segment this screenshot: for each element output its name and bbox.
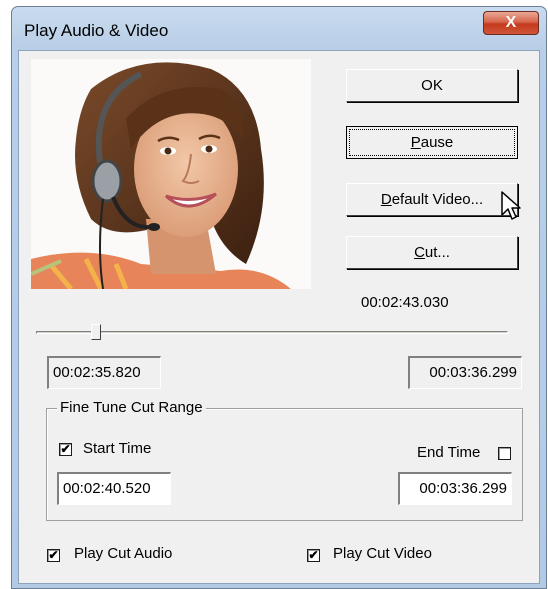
current-time-readout: 00:02:43.030 (361, 294, 449, 311)
playback-start-value: 00:02:35.820 (47, 356, 161, 389)
pause-button-label: Pause (410, 134, 454, 151)
window-title: Play Audio & Video (24, 21, 169, 40)
video-frame-image (31, 59, 311, 289)
arrow-cursor-icon (501, 191, 521, 220)
fine-tune-group: Fine Tune Cut Range ✔ Start Time End Tim… (46, 399, 523, 521)
start-time-field[interactable]: 00:02:40.520 (57, 472, 171, 505)
play-cut-audio-checkbox[interactable]: ✔ (47, 549, 60, 562)
default-video-button[interactable]: Default Video... (346, 183, 518, 216)
ok-button-label: OK (421, 77, 443, 94)
play-cut-audio-label: Play Cut Audio (74, 545, 173, 562)
pause-button[interactable]: Pause (346, 126, 518, 159)
cut-button-label: Cut... (414, 244, 450, 261)
play-cut-video-checkbox[interactable]: ✔ (307, 549, 320, 562)
default-video-button-label: Default Video... (380, 191, 484, 208)
ok-button[interactable]: OK (346, 69, 518, 102)
end-time-label: End Time (417, 444, 481, 461)
dialog-window: Play Audio & Video X OK Pause Default Vi… (11, 6, 547, 589)
close-button[interactable]: X (483, 11, 539, 35)
start-time-label: Start Time (83, 440, 152, 457)
end-time-field[interactable]: 00:03:36.299 (398, 472, 512, 505)
end-time-checkbox[interactable] (498, 447, 511, 460)
video-preview (31, 59, 311, 289)
fine-tune-group-title: Fine Tune Cut Range (57, 399, 206, 416)
playback-slider-track[interactable] (36, 331, 508, 334)
cut-button[interactable]: Cut... (346, 236, 518, 269)
dialog-client-area: OK Pause Default Video... Cut... 00:02:4… (18, 50, 540, 584)
close-icon: X (505, 14, 517, 31)
playback-end-value: 00:03:36.299 (408, 356, 522, 389)
start-time-checkbox[interactable]: ✔ (59, 443, 72, 456)
play-cut-video-label: Play Cut Video (333, 545, 432, 562)
playback-slider-thumb[interactable] (91, 324, 102, 340)
